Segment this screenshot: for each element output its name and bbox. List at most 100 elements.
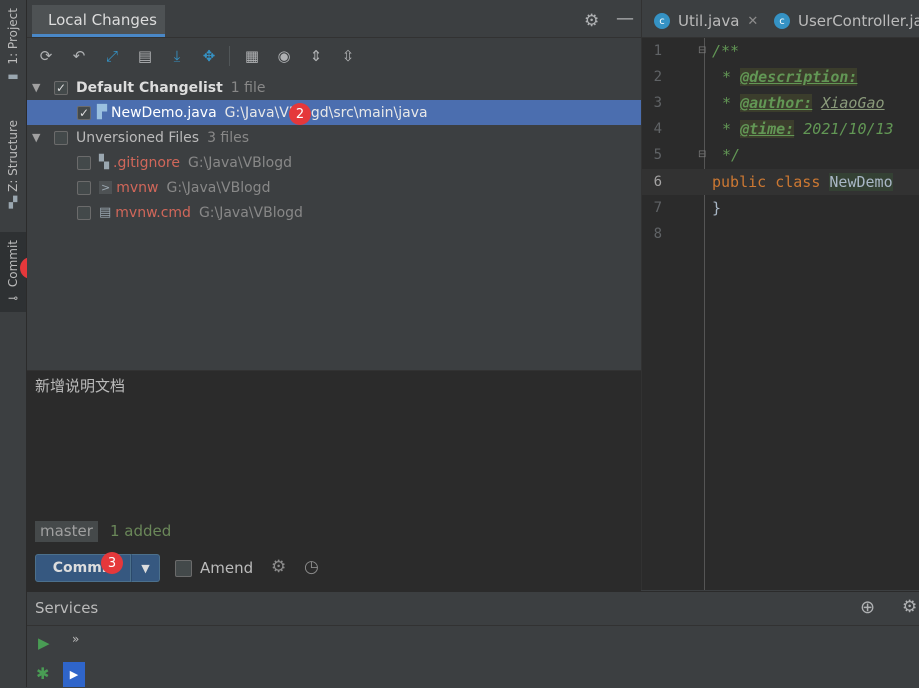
keyword-public: public	[712, 173, 767, 191]
code-line-6: public class NewDemo	[712, 169, 893, 195]
comment-star: *	[722, 120, 732, 138]
java-file-icon: ▛	[97, 105, 107, 120]
project-tab-label: 1: Project	[6, 8, 20, 65]
list-item[interactable]: ▤ mvnw.cmd G:\Java\VBlogd	[27, 200, 641, 225]
file-path: G:\Java\VBlogd\src\main\java	[224, 104, 428, 121]
expand-more-icon[interactable]: »	[72, 632, 79, 646]
file-path: G:\Java\VBlogd	[188, 154, 292, 171]
comment-open: /**	[712, 42, 740, 60]
line-number: 1	[653, 43, 662, 59]
rollback-icon[interactable]: ↶	[68, 45, 90, 67]
amend-label[interactable]: Amend	[200, 559, 253, 577]
unversioned-files-node[interactable]: ▼ Unversioned Files 3 files	[27, 125, 641, 150]
changed-file-row[interactable]: ✓ ▛ NewDemo.java G:\Java\VBlogd\src\main…	[27, 100, 641, 125]
expand-all-icon[interactable]: ⇕	[305, 45, 327, 67]
keyword-class: class	[775, 173, 821, 191]
editor-tab-util[interactable]: c Util.java ✕	[642, 5, 764, 37]
editor-tab-label: Util.java	[678, 12, 740, 30]
services-title: Services	[35, 599, 99, 617]
refresh-icon[interactable]: ⟳	[35, 45, 57, 67]
commit-options-dropdown[interactable]: ▼	[131, 554, 160, 582]
services-settings-gear-icon[interactable]: ⚙	[902, 597, 917, 617]
file-name: mvnw.cmd	[115, 204, 191, 221]
changelist-default[interactable]: ▼ ✓ Default Changelist 1 file	[27, 75, 641, 100]
class-c-icon: c	[654, 13, 670, 29]
file-checkbox[interactable]	[77, 205, 91, 220]
annotation-badge-2: 2	[289, 103, 311, 125]
code-line-5: */	[712, 142, 740, 168]
javadoc-time-tag: @time:	[740, 120, 795, 138]
javadoc-description-tag: @description:	[740, 68, 858, 86]
changelist-checkbox[interactable]: ✓	[54, 80, 68, 95]
closing-brace: }	[712, 199, 722, 217]
code-line-4: * @time: 2021/10/13	[712, 116, 894, 142]
unversioned-checkbox[interactable]	[54, 130, 68, 145]
move-to-changelist-icon[interactable]: ⤢	[101, 45, 123, 67]
changelist-name: Default Changelist	[76, 79, 223, 96]
line-number: 6	[653, 174, 662, 190]
tab-local-changes-label: Local Changes	[48, 10, 157, 29]
file-name: .gitignore	[113, 154, 180, 171]
preview-eye-icon[interactable]: ◉	[273, 45, 295, 67]
code-line-7: }	[712, 195, 721, 221]
file-checkbox[interactable]: ✓	[77, 105, 91, 120]
line-number: 8	[653, 226, 662, 242]
list-item[interactable]: > mvnw G:\Java\VBlogd	[27, 175, 641, 200]
add-service-icon[interactable]: ⊕	[860, 597, 875, 618]
structure-icon: ▞	[8, 195, 18, 209]
comment-star: *	[722, 94, 732, 112]
project-tool-tab[interactable]: 1: Project ▬	[0, 8, 26, 83]
update-icon[interactable]: ⤓	[166, 45, 188, 67]
class-name: NewDemo	[829, 173, 893, 191]
javadoc-time-value: 2021/10/13	[803, 120, 894, 138]
folder-icon: ▬	[7, 68, 19, 83]
toolbar-separator	[229, 46, 230, 66]
unversioned-name: Unversioned Files	[76, 129, 200, 146]
file-name: NewDemo.java	[111, 104, 217, 121]
comment-close: */	[722, 146, 741, 164]
editor-tab-label: UserController.java	[798, 12, 919, 30]
play-service-icon[interactable]: ▶	[63, 662, 85, 687]
chevron-down-icon: ▼	[141, 561, 150, 575]
minimize-icon[interactable]: —	[616, 8, 634, 29]
list-item[interactable]: ▚ .gitignore G:\Java\VBlogd	[27, 150, 641, 175]
line-number: 5	[653, 147, 662, 163]
line-number: 3	[653, 95, 662, 111]
diff-icon[interactable]: ▤	[134, 45, 156, 67]
tab-local-changes[interactable]: Local Changes	[32, 5, 165, 37]
commit-tab-label: Commit	[6, 240, 20, 288]
gutter-separator	[704, 38, 705, 590]
line-number: 2	[653, 69, 662, 85]
code-line-2: * @description:	[712, 64, 858, 90]
ignore-file-icon: ▚	[99, 155, 109, 170]
debug-bug-icon[interactable]: ✱	[36, 664, 49, 683]
amend-checkbox[interactable]	[175, 560, 192, 577]
editor-tab-usercontroller[interactable]: c UserController.java	[764, 5, 919, 37]
collapse-all-icon[interactable]: ⇳	[337, 45, 359, 67]
changelist-count: 1 file	[230, 79, 266, 96]
code-line-3: * @author: XiaoGao	[712, 90, 885, 116]
structure-tab-label: Z: Structure	[6, 120, 20, 192]
changes-summary: 1 added	[110, 522, 172, 540]
commit-history-clock-icon[interactable]: ◷	[304, 557, 319, 577]
file-name: mvnw	[116, 179, 159, 196]
fold-marker-icon[interactable]: ⊟	[698, 45, 706, 56]
fold-marker-icon[interactable]: ⊟	[698, 149, 706, 160]
run-icon[interactable]: ▶	[38, 634, 50, 652]
structure-tool-tab[interactable]: Z: Structure ▞	[0, 120, 26, 209]
left-tool-stripe	[0, 0, 27, 687]
commit-settings-gear-icon[interactable]: ⚙	[271, 557, 286, 577]
file-checkbox[interactable]	[77, 155, 91, 170]
file-path: G:\Java\VBlogd	[166, 179, 271, 196]
script-file-icon: >	[99, 181, 113, 194]
close-icon[interactable]: ✕	[747, 14, 758, 29]
file-checkbox[interactable]	[77, 180, 91, 195]
settings-gear-icon[interactable]: ⚙	[584, 11, 599, 31]
comment-star: *	[722, 68, 732, 86]
shelve-icon[interactable]: ✥	[198, 45, 220, 67]
class-c-icon: c	[774, 13, 790, 29]
group-by-icon[interactable]: ▦	[241, 45, 263, 67]
expand-arrow-icon[interactable]: ▼	[32, 81, 44, 94]
expand-arrow-icon[interactable]: ▼	[32, 131, 44, 144]
commit-message-text[interactable]: 新增说明文档	[35, 375, 125, 396]
